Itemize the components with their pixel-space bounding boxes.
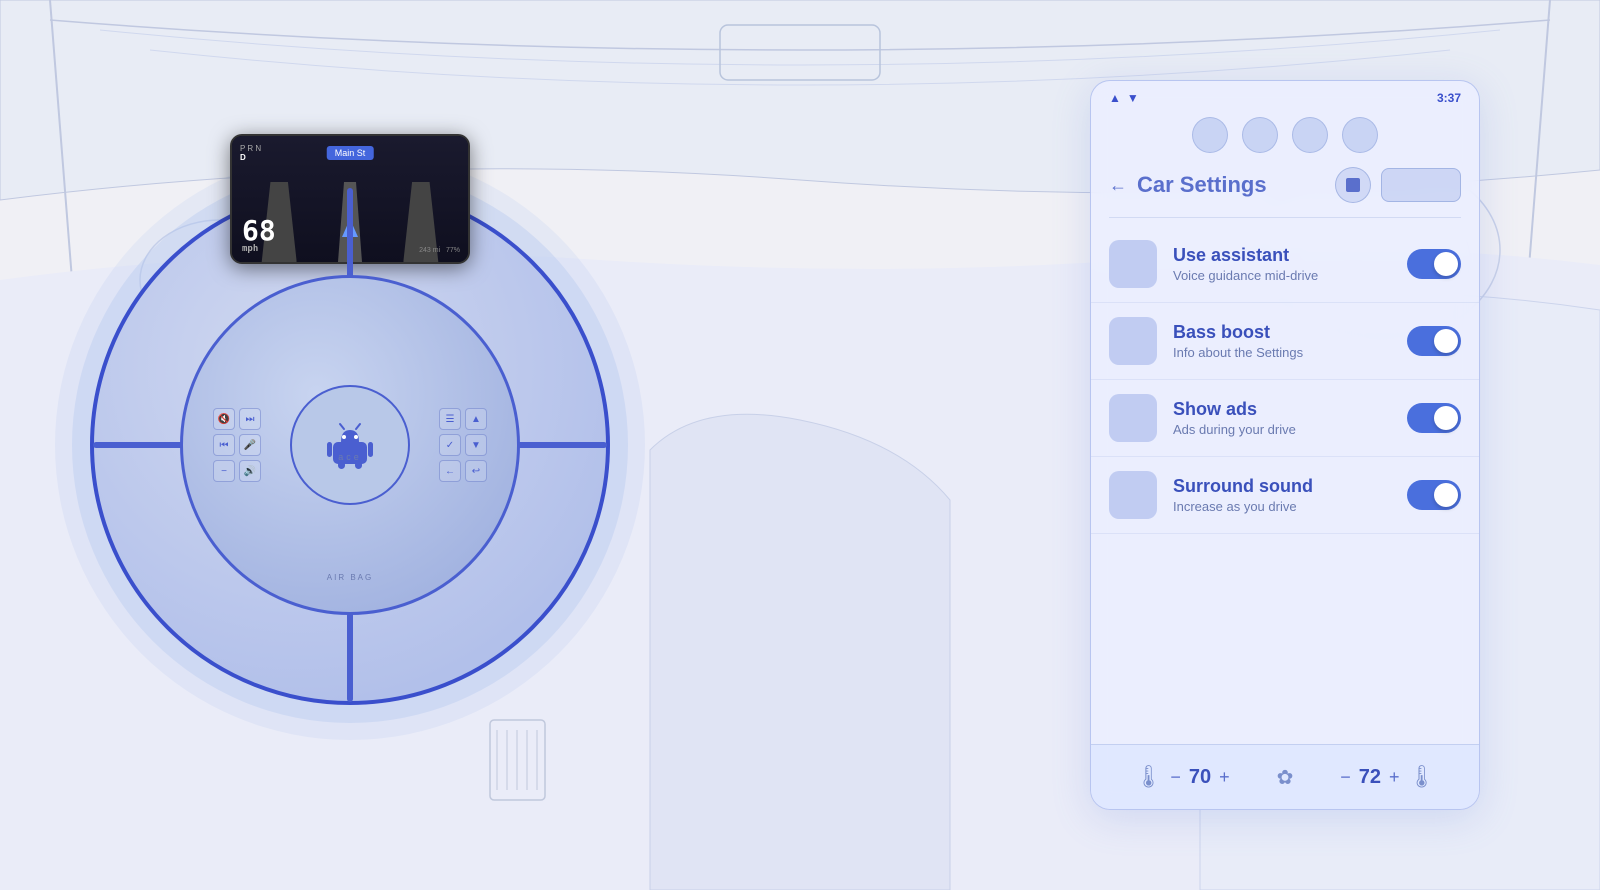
sw-btn-minus[interactable]: − <box>213 460 235 482</box>
fan-icon: ✿ <box>1277 765 1294 790</box>
map-info: 243 mi 77% <box>419 247 460 254</box>
climate-right-minus[interactable]: − <box>1340 767 1351 788</box>
nav-dot-4[interactable] <box>1342 117 1378 153</box>
seat-heat-right-icon: 🌡 <box>1408 764 1436 790</box>
climate-zone-right: − 72 + 🌡 <box>1340 764 1435 790</box>
stop-icon <box>1346 178 1360 192</box>
climate-right-temp: 72 <box>1359 766 1381 789</box>
nav-dots <box>1091 111 1479 159</box>
steering-wheel-inner: 🔇 ⏭ ⏮ 🎤 − 🔊 ☰ ▲ ✓ ▼ ← ↩ <box>180 275 520 615</box>
setting-subtitle-surround-sound: Increase as you drive <box>1173 499 1391 514</box>
seat-heat-left-icon: 🌡 <box>1134 764 1162 790</box>
setting-icon-bass-boost <box>1109 317 1157 365</box>
climate-zone-left: 🌡 − 70 + <box>1134 764 1229 790</box>
spoke-left <box>93 442 183 448</box>
climate-left-minus[interactable]: − <box>1170 767 1181 788</box>
steering-hub <box>290 385 410 505</box>
action-button[interactable] <box>1381 168 1461 202</box>
setting-title-surround-sound: Surround sound <box>1173 476 1391 497</box>
speed-display: 68 mph <box>242 217 276 254</box>
toggle-thumb-surround-sound <box>1434 483 1458 507</box>
setting-title-bass-boost: Bass boost <box>1173 322 1391 343</box>
sw-buttons-left: 🔇 ⏭ ⏮ 🎤 − 🔊 <box>213 408 261 482</box>
steering-wheel-outer: P R ND Main St 68 mph <box>90 185 610 705</box>
sw-btn-mic[interactable]: 🎤 <box>239 434 261 456</box>
ace-logo: ace <box>338 452 362 462</box>
sw-btn-menu[interactable]: ☰ <box>439 408 461 430</box>
toggle-bass-boost[interactable] <box>1407 326 1461 356</box>
setting-title-show-ads: Show ads <box>1173 399 1391 420</box>
sw-btn-mute[interactable]: 🔇 <box>213 408 235 430</box>
app-title: Car Settings <box>1137 172 1267 198</box>
setting-text-surround-sound: Surround sound Increase as you drive <box>1173 476 1391 514</box>
nav-dot-3[interactable] <box>1292 117 1328 153</box>
climate-fan-zone: ✿ <box>1277 765 1294 790</box>
sw-btn-down[interactable]: ▼ <box>465 434 487 456</box>
street-name: Main St <box>327 146 374 160</box>
toggle-thumb-use-assistant <box>1434 252 1458 276</box>
setting-item-bass-boost: Bass boost Info about the Settings <box>1091 303 1479 380</box>
toggle-thumb-show-ads <box>1434 406 1458 430</box>
status-icons-left: ▲ ▼ <box>1109 91 1139 105</box>
setting-text-bass-boost: Bass boost Info about the Settings <box>1173 322 1391 360</box>
setting-icon-surround-sound <box>1109 471 1157 519</box>
app-header: ← Car Settings <box>1091 159 1479 217</box>
setting-subtitle-show-ads: Ads during your drive <box>1173 422 1391 437</box>
sw-buttons-right: ☰ ▲ ✓ ▼ ← ↩ <box>439 408 487 482</box>
android-logo <box>325 420 375 470</box>
sw-btn-back[interactable]: ← <box>439 460 461 482</box>
wifi-icon: ▼ <box>1127 91 1139 105</box>
car-settings-panel: ▲ ▼ 3:37 ← Car Settings Use assistan <box>1090 80 1480 810</box>
time-display: 3:37 <box>1437 91 1461 105</box>
gear-indicator: P R ND <box>240 144 261 162</box>
header-right <box>1335 167 1461 203</box>
setting-icon-use-assistant <box>1109 240 1157 288</box>
setting-subtitle-bass-boost: Info about the Settings <box>1173 345 1391 360</box>
climate-left-plus[interactable]: + <box>1219 767 1230 788</box>
climate-right-plus[interactable]: + <box>1389 767 1400 788</box>
setting-item-show-ads: Show ads Ads during your drive <box>1091 380 1479 457</box>
sw-btn-check[interactable]: ✓ <box>439 434 461 456</box>
setting-icon-show-ads <box>1109 394 1157 442</box>
climate-bar: 🌡 − 70 + ✿ − 72 + 🌡 <box>1091 744 1479 809</box>
sw-btn-prev[interactable]: ⏮ <box>213 434 235 456</box>
stop-button[interactable] <box>1335 167 1371 203</box>
toggle-surround-sound[interactable] <box>1407 480 1461 510</box>
setting-text-show-ads: Show ads Ads during your drive <box>1173 399 1391 437</box>
spoke-right <box>517 442 607 448</box>
setting-item-use-assistant: Use assistant Voice guidance mid-drive <box>1091 226 1479 303</box>
sw-btn-up[interactable]: ▲ <box>465 408 487 430</box>
nav-dot-1[interactable] <box>1192 117 1228 153</box>
status-bar: ▲ ▼ 3:37 <box>1091 81 1479 111</box>
sw-btn-arrow[interactable]: ↩ <box>465 460 487 482</box>
nav-dot-2[interactable] <box>1242 117 1278 153</box>
sw-btn-sound[interactable]: 🔊 <box>239 460 261 482</box>
setting-item-surround-sound: Surround sound Increase as you drive <box>1091 457 1479 534</box>
signal-icon: ▲ <box>1109 91 1121 105</box>
toggle-thumb-bass-boost <box>1434 329 1458 353</box>
setting-text-use-assistant: Use assistant Voice guidance mid-drive <box>1173 245 1391 283</box>
climate-left-temp: 70 <box>1189 766 1211 789</box>
toggle-show-ads[interactable] <box>1407 403 1461 433</box>
steering-wheel-area: P R ND Main St 68 mph <box>60 80 640 810</box>
toggle-use-assistant[interactable] <box>1407 249 1461 279</box>
settings-list: Use assistant Voice guidance mid-drive B… <box>1091 218 1479 542</box>
header-left: ← Car Settings <box>1109 172 1267 198</box>
airbag-text: AIR BAG <box>327 573 373 582</box>
setting-subtitle-use-assistant: Voice guidance mid-drive <box>1173 268 1391 283</box>
sw-btn-next[interactable]: ⏭ <box>239 408 261 430</box>
spoke-top <box>347 188 353 278</box>
back-button[interactable]: ← <box>1109 175 1127 196</box>
setting-title-use-assistant: Use assistant <box>1173 245 1391 266</box>
spoke-bottom <box>347 612 353 702</box>
